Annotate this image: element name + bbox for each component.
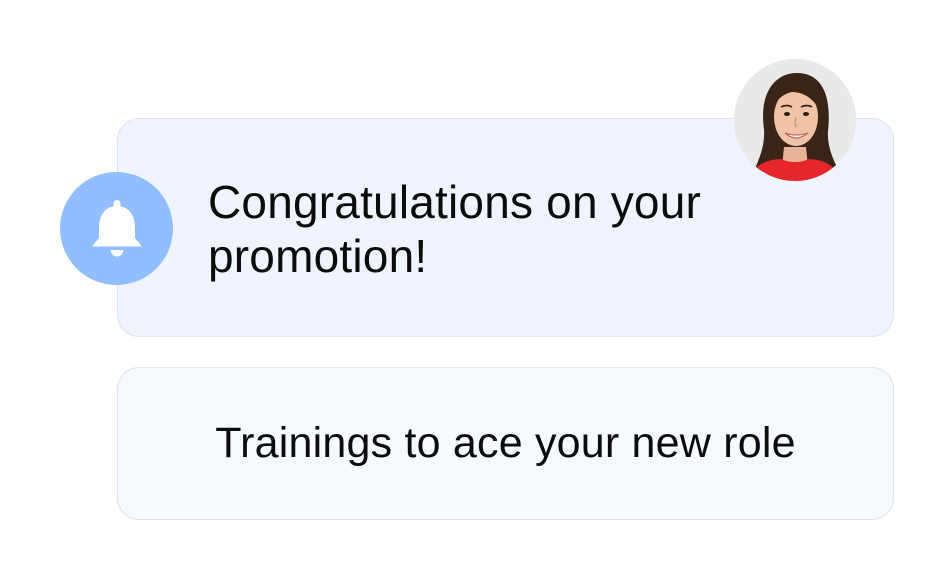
bell-icon [91, 199, 142, 256]
notification-message: Congratulations on your promotion! [208, 176, 702, 282]
trainings-link-label: Trainings to ace your new role [215, 419, 796, 467]
user-avatar [734, 59, 856, 181]
trainings-link-card[interactable]: Trainings to ace your new role [117, 367, 894, 520]
notification-badge [60, 172, 173, 285]
avatar-portrait [734, 59, 856, 181]
